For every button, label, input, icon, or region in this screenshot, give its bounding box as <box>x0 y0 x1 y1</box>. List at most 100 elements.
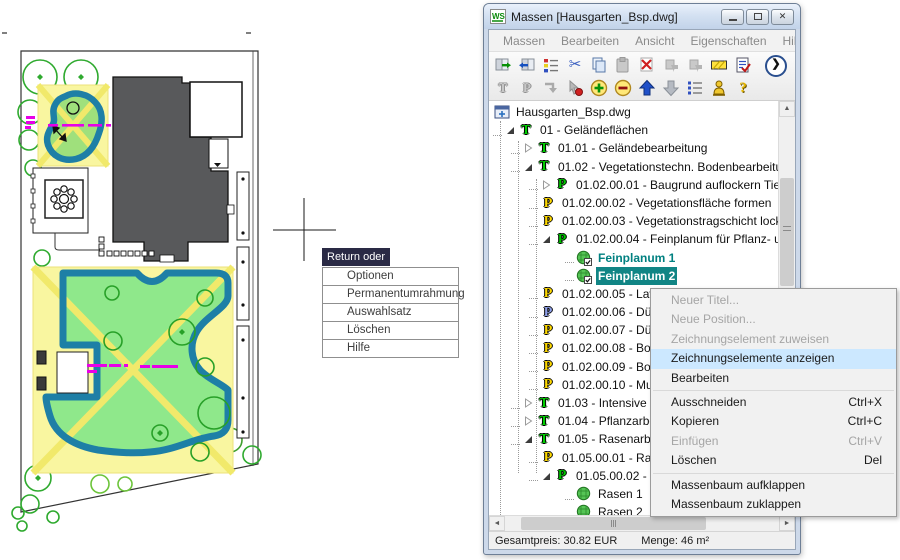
new-title-icon[interactable]: T <box>491 77 515 98</box>
context-menu-item-ausschneiden[interactable]: AusschneidenCtrl+X <box>651 393 896 412</box>
context-menu-item-label: Löschen <box>671 451 716 470</box>
prompt-header: Return oder <box>322 248 390 266</box>
open-import-icon[interactable] <box>515 54 539 75</box>
minimize-button[interactable] <box>721 9 744 25</box>
fence-posts-right <box>237 172 249 438</box>
context-menu-separator <box>653 390 894 391</box>
context-menu-shortcut: Ctrl+X <box>848 393 882 412</box>
context-menu-item-löschen[interactable]: LöschenDel <box>651 451 896 470</box>
list-properties-icon[interactable] <box>539 54 563 75</box>
move-up-icon[interactable] <box>635 77 659 98</box>
copy-icon[interactable] <box>587 54 611 75</box>
tree-item-01-01-geländebearbeitung[interactable]: T01.01 - Geländebearbeitung <box>489 139 779 157</box>
assign-element-icon[interactable] <box>539 77 563 98</box>
lawn-area <box>33 267 233 473</box>
horizontal-scroll-thumb[interactable] <box>521 517 706 530</box>
cut-icon[interactable]: ✂ <box>563 54 587 75</box>
position-icon: P <box>553 468 571 484</box>
add-icon[interactable] <box>587 77 611 98</box>
expand-icon[interactable] <box>539 178 553 192</box>
context-menu-item-massenbaum-aufklappen[interactable]: Massenbaum aufklappen <box>651 476 896 495</box>
context-menu-item-massenbaum-zuklappen[interactable]: Massenbaum zuklappen <box>651 495 896 514</box>
menu-eigenschaften[interactable]: Eigenschaften <box>682 34 774 48</box>
stamp-icon[interactable] <box>707 77 731 98</box>
title-icon: T <box>535 159 553 175</box>
horizontal-scrollbar[interactable]: ◄ ► <box>489 515 795 531</box>
context-menu-item-zeichnungselemente-anzeigen[interactable]: Zeichnungselemente anzeigen <box>651 349 896 368</box>
titlebar[interactable]: WS Massen [Hausgarten_Bsp.dwg] ✕ <box>484 4 800 29</box>
prompt-item-permanentumrahmung[interactable]: Permanentumrahmung <box>323 286 458 304</box>
tree-item-label: 01.02.00.10 - Mu <box>560 376 655 394</box>
open-export-icon[interactable] <box>491 54 515 75</box>
collapse-icon[interactable] <box>521 160 535 174</box>
collapse-icon[interactable] <box>503 123 517 137</box>
copy-disabled-icon[interactable] <box>683 54 707 75</box>
garden-shed <box>57 352 88 393</box>
collapse-icon[interactable] <box>521 432 535 446</box>
menu-hilfe[interactable]: Hilfe <box>775 34 797 48</box>
menu-massen[interactable]: Massen <box>495 34 553 48</box>
position-icon: P <box>539 359 557 375</box>
delete-icon[interactable] <box>635 54 659 75</box>
tree-item-label: Rasen 1 <box>596 485 645 503</box>
tree-connector <box>565 270 574 281</box>
tree-item-01-02-00-04-feinplanum-für-pflanz-und-r[interactable]: P01.02.00.04 - Feinplanum für Pflanz- un… <box>489 230 779 248</box>
context-menu-item-label: Einfügen <box>671 432 718 451</box>
prompt-item-löschen[interactable]: Löschen <box>323 322 458 340</box>
new-position-icon[interactable]: P <box>515 77 539 98</box>
scroll-up-icon[interactable]: ▲ <box>779 101 795 117</box>
title-icon: T <box>535 431 553 447</box>
scroll-left-icon[interactable]: ◄ <box>489 516 505 531</box>
prompt-item-hilfe[interactable]: Hilfe <box>323 340 458 357</box>
context-menu-item-label: Kopieren <box>671 412 719 431</box>
maximize-button[interactable] <box>746 9 769 25</box>
tree-item-feinplanum-1[interactable]: Feinplanum 1 <box>489 249 779 267</box>
expand-icon[interactable] <box>521 141 535 155</box>
expand-icon[interactable] <box>521 396 535 410</box>
tree-connector <box>511 161 520 172</box>
tree-item-01-geländeflächen[interactable]: T01 - Geländeflächen <box>489 121 779 139</box>
title-icon: T <box>517 122 535 138</box>
tree-item-label: 01.02.00.06 - Dü <box>560 303 653 321</box>
prompt-item-optionen[interactable]: Optionen <box>323 268 458 286</box>
highlight-area-icon[interactable] <box>707 54 731 75</box>
collapse-icon[interactable] <box>539 469 553 483</box>
tree-item-label: 01.02.00.01 - Baugrund auflockern Tiefe … <box>574 176 779 194</box>
move-disabled-icon[interactable] <box>659 54 683 75</box>
menu-bearbeiten[interactable]: Bearbeiten <box>553 34 627 48</box>
toolbar-expand-button[interactable]: ❯ <box>765 55 787 77</box>
close-button[interactable]: ✕ <box>771 9 794 25</box>
paste-icon[interactable] <box>611 54 635 75</box>
tree-item-label: Feinplanum 2 <box>596 267 677 285</box>
context-menu-item-kopieren[interactable]: KopierenCtrl+C <box>651 412 896 431</box>
tree-item-feinplanum-2[interactable]: Feinplanum 2 <box>489 267 779 285</box>
tree-item-label: 01.02.00.09 - Bo <box>560 358 653 376</box>
tree-connector <box>511 416 520 427</box>
scroll-right-icon[interactable]: ► <box>779 516 795 531</box>
position-icon: P <box>539 213 557 229</box>
help-icon[interactable]: ? <box>731 77 755 98</box>
move-down-icon[interactable] <box>659 77 683 98</box>
tree-item-01-02-00-03-vegetationstragschicht-locker[interactable]: P01.02.00.03 - Vegetationstragschicht lo… <box>489 212 779 230</box>
tree-item-hausgarten-bsp-dwg[interactable]: Hausgarten_Bsp.dwg <box>489 103 779 121</box>
tree-item-label: 01 - Geländeflächen <box>538 121 650 139</box>
tree-connector <box>511 398 520 409</box>
tree-item-01-02-00-02-vegetationsfläche-formen[interactable]: P01.02.00.02 - Vegetationsfläche formen <box>489 194 779 212</box>
tree-connector <box>511 434 520 445</box>
context-menu-item-bearbeiten[interactable]: Bearbeiten <box>651 369 896 388</box>
collapse-icon[interactable] <box>539 232 553 246</box>
position-icon: P <box>539 195 557 211</box>
select-element-icon[interactable] <box>563 77 587 98</box>
tree-item-01-02-vegetationstechn-bodenbearbeitung[interactable]: T01.02 - Vegetationstechn. Bodenbearbeit… <box>489 158 779 176</box>
context-menu-item-label: Massenbaum aufklappen <box>671 476 805 495</box>
position-icon: P <box>539 304 557 320</box>
drawing-element-icon <box>575 486 593 502</box>
vertical-scroll-thumb[interactable] <box>780 178 794 286</box>
check-list-icon[interactable] <box>731 54 755 75</box>
prompt-item-auswahlsatz[interactable]: Auswahlsatz <box>323 304 458 322</box>
remove-icon[interactable] <box>611 77 635 98</box>
expand-icon[interactable] <box>521 414 535 428</box>
tree-item-01-02-00-01-baugrund-auflockern-tiefe-60[interactable]: P01.02.00.01 - Baugrund auflockern Tiefe… <box>489 176 779 194</box>
menu-ansicht[interactable]: Ansicht <box>627 34 682 48</box>
sort-list-icon[interactable] <box>683 77 707 98</box>
